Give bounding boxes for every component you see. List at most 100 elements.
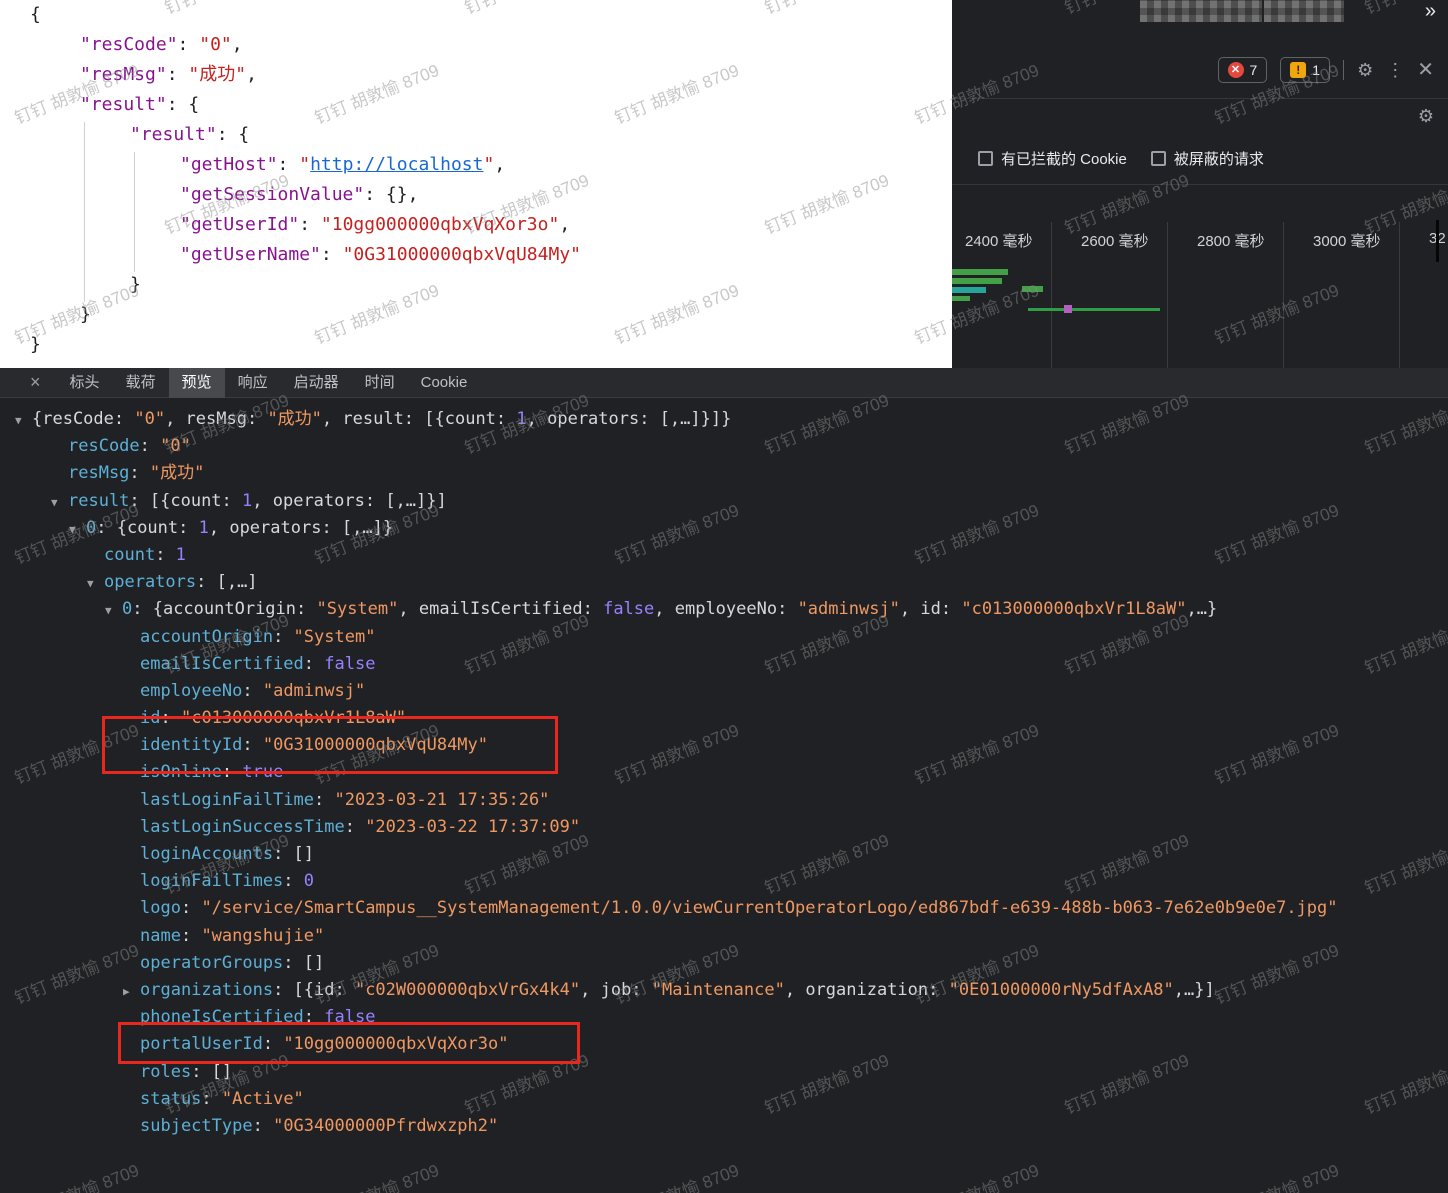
token: : [180,898,202,919]
token: "Active" [221,1088,304,1109]
token: : [201,1088,222,1109]
token: "成功" [149,463,205,484]
waterfall-bar[interactable] [952,296,970,301]
waterfall-bar[interactable] [1064,305,1072,313]
tree-row[interactable]: ▼ operators: [,…] [0,569,1448,596]
token: , [246,64,257,85]
console-error-badge[interactable]: ✕ 7 [1217,57,1268,83]
token: : [320,244,343,265]
token: 0 [303,871,315,892]
tab-预览[interactable]: 预览 [168,367,225,398]
tab-响应[interactable]: 响应 [225,368,281,398]
tree-row[interactable]: ▼ 0: {accountOrigin: "System", emailIsCer… [0,596,1448,623]
token: : [283,871,304,892]
tree-row[interactable]: resCode: "0" [0,433,1448,460]
settings-gear-icon[interactable]: ⚙ [1357,60,1373,80]
tree-row[interactable]: emailIsCertified: false [0,651,1448,678]
token: accountOrigin [140,626,274,647]
tree-row[interactable]: ▼ result: [{count: 1, operators: [,…]}] [0,488,1448,515]
expand-arrow-icon[interactable]: ▼ [15,407,32,434]
token: : {accountOrigin: [132,599,317,620]
waterfall-bar[interactable] [952,269,1008,275]
tree-row[interactable]: ▼ 0: {count: 1, operators: [,…]} [0,515,1448,542]
waterfall-bar[interactable] [1022,286,1043,292]
json-line: "result": { [0,90,581,120]
token: false [603,599,655,620]
token: : [177,34,200,55]
token: resMsg [68,463,130,484]
indent-guide [134,152,135,272]
filter-label: 被屏蔽的请求 [1173,151,1264,168]
token: " [483,154,495,175]
tree-row[interactable]: count: 1 [0,542,1448,569]
issues-badge[interactable]: ! 1 [1280,57,1331,83]
overflow-tabs-chevron-icon[interactable]: » [1425,0,1436,23]
text-caret [1436,220,1439,262]
checkbox-icon[interactable] [1150,151,1166,166]
tree-row[interactable]: employeeNo: "adminwsj" [0,678,1448,705]
token: , employeeNo: [654,599,798,620]
tree-row[interactable]: resMsg: "成功" [0,460,1448,487]
expand-arrow-icon[interactable]: ▼ [69,516,86,543]
tree-row[interactable]: logo: "/service/SmartCampus__SystemManag… [0,895,1448,922]
tree-row[interactable]: ▶ organizations: [{id: "c02W000000qbxVrGx… [0,977,1448,1004]
waterfall-bar[interactable] [952,287,986,293]
tree-row[interactable]: name: "wangshujie" [0,923,1448,950]
divider [952,98,1448,99]
token: : [180,925,202,946]
issue-count: 1 [1312,62,1321,78]
checkbox-icon[interactable] [978,151,993,166]
localhost-link[interactable]: http://localhost [310,154,483,175]
token: : [139,436,161,457]
token: "10gg000000qbxVqXor3o" [320,214,560,235]
expand-arrow-icon[interactable]: ▼ [51,489,68,516]
tree-row[interactable]: subjectType: "0G34000000Pfrdwxzph2" [0,1113,1448,1140]
filter-label: 有已拦截的 Cookie [1001,151,1127,168]
token: "2023-03-22 17:37:09" [365,816,581,837]
token: , operators: [,…]} [208,517,394,538]
more-options-kebab-icon[interactable]: ⋮ [1386,60,1404,80]
token: : {count: [96,517,199,538]
token: , organization: [784,979,949,1000]
tab-启动器[interactable]: 启动器 [281,368,352,398]
token: , job: [580,979,652,1000]
network-filter-row: 有已拦截的 Cookie 被屏蔽的请求 [978,148,1264,169]
network-settings-gear-icon[interactable]: ⚙ [1418,106,1434,126]
token: : [314,789,335,810]
tree-row[interactable]: operatorGroups: [] [0,950,1448,977]
annotation-highlight-box-portaluserid [118,1022,580,1064]
expand-arrow-icon[interactable]: ▼ [105,597,122,624]
tree-row[interactable]: ▼ {resCode: "0", resMsg: "成功", result: [{… [0,406,1448,433]
token: employeeNo [140,680,243,701]
token: emailIsCertified [140,653,304,674]
tab-标头[interactable]: 标头 [57,368,113,398]
waterfall-bar[interactable] [952,278,1002,284]
tab-载荷[interactable]: 载荷 [113,368,169,398]
filter-option-1[interactable]: 被屏蔽的请求 [1150,148,1264,169]
tree-row[interactable]: accountOrigin: "System" [0,624,1448,651]
tab-时间[interactable]: 时间 [352,368,408,398]
token: 1 [198,517,209,538]
token: "adminwsj" [797,599,900,620]
token: "成功" [188,64,247,85]
filter-option-0[interactable]: 有已拦截的 Cookie [978,148,1127,169]
expand-arrow-icon[interactable]: ▶ [123,978,140,1005]
token: "0" [160,436,191,457]
close-devtools-icon[interactable]: ✕ [1417,60,1434,80]
expand-arrow-icon[interactable]: ▼ [87,570,104,597]
token: "getUserName" [180,244,321,265]
token: { [238,124,250,145]
close-detail-pane-icon[interactable]: × [30,372,41,393]
tree-row[interactable]: lastLoginFailTime: "2023-03-21 17:35:26" [0,787,1448,814]
json-line: "result": { [0,120,581,150]
tab-Cookie[interactable]: Cookie [408,368,481,398]
waterfall-bar[interactable] [1028,308,1160,311]
tree-row[interactable]: lastLoginSuccessTime: "2023-03-22 17:37:… [0,814,1448,841]
token: logo [140,898,181,919]
token: : [242,680,263,701]
tree-row[interactable]: status: "Active" [0,1086,1448,1113]
annotation-highlight-box-identityid [102,716,558,774]
tree-row[interactable]: loginFailTimes: 0 [0,868,1448,895]
tree-row[interactable]: loginAccounts: [] [0,841,1448,868]
token: "getUserId" [180,214,300,235]
